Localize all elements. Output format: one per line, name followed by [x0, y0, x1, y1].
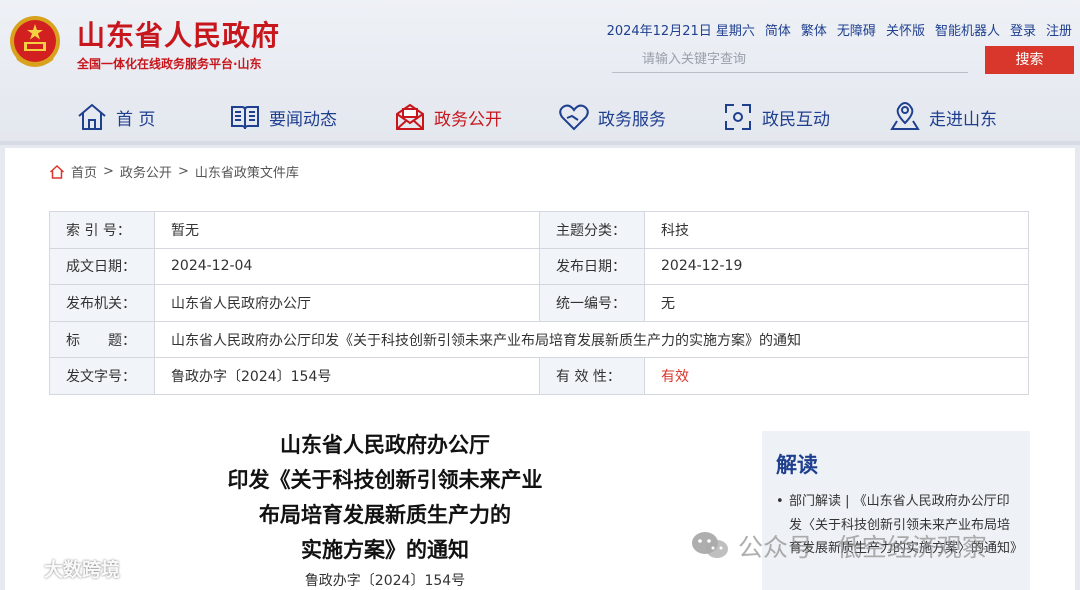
written-date-value: 2024-12-04	[154, 247, 540, 286]
breadcrumb-separator: >	[177, 164, 189, 179]
document-title-line: 山东省人民政府办公厅	[280, 433, 490, 457]
topic-label: 主题分类：	[539, 211, 645, 249]
logo-icon	[10, 560, 34, 576]
nav-shandong[interactable]: 走进山东	[889, 95, 997, 139]
doc-number-label: 发文字号：	[49, 357, 155, 395]
written-date-label: 成文日期：	[49, 247, 155, 286]
interpretation-panel: 解读 部门解读 | 《山东省人民政府办公厅印发〈关于科技创新引领未来产业布局培育…	[762, 431, 1030, 590]
doc-number-value: 鲁政办字〔2024〕154号	[154, 357, 540, 395]
watermark-left-text: 大数跨境	[44, 559, 121, 581]
breadcrumb-home[interactable]: 首页	[71, 162, 97, 181]
table-row: 成文日期： 2024-12-04 发布日期： 2024-12-19	[49, 247, 1029, 286]
breadcrumb-gov-affairs[interactable]: 政务公开	[120, 162, 172, 181]
book-icon	[231, 106, 259, 130]
validity-label: 有 效 性：	[539, 357, 645, 395]
site-subtitle: 全国一体化在线政务服务平台·山东	[77, 57, 262, 71]
search-button[interactable]: 搜索	[985, 46, 1074, 74]
home-icon	[49, 164, 65, 179]
search-input[interactable]	[612, 46, 968, 72]
table-row: 索 引 号： 暂无 主题分类： 科技	[49, 211, 1029, 249]
nav-shandong-label: 走进山东	[929, 109, 997, 130]
nav-services-label: 政务服务	[598, 109, 666, 130]
table-row: 标 题： 山东省人民政府办公厅印发《关于科技创新引领未来产业布局培育发展新质生产…	[49, 320, 1029, 359]
main-nav: 首 页 要闻动态 政务公开 政务服务 政民互动 走进山东	[0, 95, 1080, 139]
link-accessibility[interactable]: 无障碍	[837, 20, 876, 39]
interaction-icon	[725, 104, 751, 130]
link-register[interactable]: 注册	[1046, 20, 1072, 39]
wechat-icon	[692, 532, 728, 558]
site-header: 山东省人民政府 全国一体化在线政务服务平台·山东 2024年12月21日 星期六…	[0, 0, 1080, 145]
document-title-line: 印发《关于科技创新引领未来产业	[227, 468, 543, 492]
envelope-icon	[396, 103, 424, 130]
search-box	[612, 46, 968, 73]
site-title[interactable]: 山东省人民政府	[77, 14, 280, 54]
nav-home-label: 首 页	[116, 109, 156, 130]
nav-gov-affairs-label: 政务公开	[434, 109, 502, 130]
index-label: 索 引 号：	[49, 211, 155, 249]
watermark-left: 大数跨境	[8, 555, 120, 582]
home-icon	[78, 103, 106, 130]
breadcrumb: 首页 > 政务公开 > 山东省政策文件库	[49, 162, 299, 181]
serial-label: 统一编号：	[539, 284, 645, 322]
watermark-right: 公众号 · 低空经济观察	[690, 528, 987, 564]
table-row: 发布机关： 山东省人民政府办公厅 统一编号： 无	[49, 284, 1029, 322]
document-title-line: 布局培育发展新质生产力的	[259, 503, 511, 527]
document-meta-table: 索 引 号： 暂无 主题分类： 科技 成文日期： 2024-12-04 发布日期…	[49, 211, 1029, 395]
document-title-line: 实施方案》的通知	[301, 538, 469, 562]
published-date-label: 发布日期：	[539, 247, 645, 286]
interpretation-title: 解读	[776, 453, 818, 477]
issuer-value: 山东省人民政府办公厅	[154, 284, 540, 322]
link-elder-care[interactable]: 关怀版	[886, 20, 925, 39]
link-login[interactable]: 登录	[1010, 20, 1036, 39]
watermark-right-text: 公众号 · 低空经济观察	[738, 533, 987, 562]
nav-interaction[interactable]: 政民互动	[722, 95, 830, 139]
nav-home[interactable]: 首 页	[76, 95, 155, 139]
link-traditional[interactable]: 繁体	[801, 20, 827, 39]
nav-news[interactable]: 要闻动态	[229, 95, 337, 139]
topic-value: 科技	[644, 211, 1029, 249]
nav-interaction-label: 政民互动	[762, 109, 830, 130]
map-pin-icon	[890, 101, 920, 130]
current-date: 2024年12月21日 星期六	[606, 24, 755, 39]
top-links: 2024年12月21日 星期六 简体 繁体 无障碍 关怀版 智能机器人 登录 注…	[607, 20, 1072, 39]
document-title: 山东省人民政府办公厅 印发《关于科技创新引领未来产业 布局培育发展新质生产力的 …	[195, 428, 575, 568]
content-panel: 首页 > 政务公开 > 山东省政策文件库 索 引 号： 暂无 主题分类： 科技 …	[5, 148, 1075, 590]
issuer-label: 发布机关：	[49, 284, 155, 322]
title-label: 标 题：	[49, 320, 155, 359]
header-divider	[0, 141, 1080, 145]
heart-icon	[559, 104, 589, 131]
index-value: 暂无	[154, 211, 540, 249]
breadcrumb-separator: >	[103, 164, 114, 179]
published-date-value: 2024-12-19	[644, 247, 1029, 286]
document-number: 鲁政办字〔2024〕154号	[304, 573, 466, 589]
nav-news-label: 要闻动态	[269, 109, 337, 130]
link-robot[interactable]: 智能机器人	[935, 20, 1000, 39]
link-simplified[interactable]: 简体	[765, 20, 791, 39]
national-emblem-icon	[10, 16, 60, 67]
table-row: 发文字号： 鲁政办字〔2024〕154号 有 效 性： 有效	[49, 357, 1029, 395]
title-value: 山东省人民政府办公厅印发《关于科技创新引领未来产业布局培育发展新质生产力的实施方…	[154, 320, 1029, 359]
nav-gov-affairs[interactable]: 政务公开	[394, 95, 502, 139]
validity-value: 有效	[644, 357, 1029, 395]
nav-services[interactable]: 政务服务	[558, 95, 666, 139]
serial-value: 无	[644, 284, 1029, 322]
breadcrumb-policy-library[interactable]: 山东省政策文件库	[195, 162, 299, 181]
